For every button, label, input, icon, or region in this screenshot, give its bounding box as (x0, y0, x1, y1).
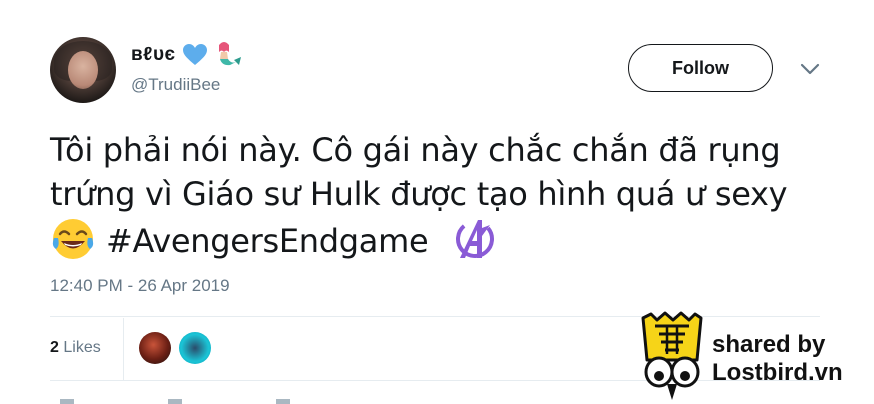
likes-label: Likes (63, 339, 101, 356)
user-handle[interactable]: @TrudiiBee (131, 75, 220, 95)
tweet-text-line-3: #AvengersEndgame (50, 216, 810, 263)
likes-number: 2 (50, 339, 59, 356)
avengers-logo-icon[interactable] (452, 216, 498, 262)
hashtag-link[interactable]: #AvengersEndgame (106, 222, 429, 260)
face-with-tears-of-joy-icon (52, 219, 94, 259)
watermark-line-1: shared by (712, 331, 826, 358)
action-bar-partial (60, 399, 290, 404)
display-name[interactable]: ʙℓυє (131, 44, 176, 66)
likes-count[interactable]: 2 Likes (50, 339, 101, 357)
chevron-down-icon[interactable] (800, 62, 820, 76)
avatar-face (68, 51, 98, 89)
vertical-divider (123, 318, 124, 380)
blue-heart-icon (182, 44, 207, 65)
lostbird-logo-icon (641, 311, 703, 400)
tweet-text-line-2: trứng vì Giáo sư Hulk được tạo hình quá … (50, 175, 788, 213)
avatar[interactable] (50, 37, 116, 103)
watermark: shared by Lostbird.vn (637, 310, 874, 404)
watermark-line-2: Lostbird.vn (712, 359, 843, 386)
tweet-text-line-1: Tôi phải nói này. Cô gái này chắc chắn đ… (50, 131, 781, 169)
tweet-timestamp[interactable]: 12:40 PM - 26 Apr 2019 (50, 276, 230, 296)
tweet-text: Tôi phải nói này. Cô gái này chắc chắn đ… (50, 128, 810, 263)
liker-avatar[interactable] (179, 332, 211, 364)
user-name-row: ʙℓυє (131, 40, 242, 70)
watermark-text: shared by Lostbird.vn (712, 331, 843, 387)
mermaid-icon (218, 42, 241, 66)
follow-button[interactable]: Follow (628, 44, 773, 92)
liker-avatar[interactable] (139, 332, 171, 364)
